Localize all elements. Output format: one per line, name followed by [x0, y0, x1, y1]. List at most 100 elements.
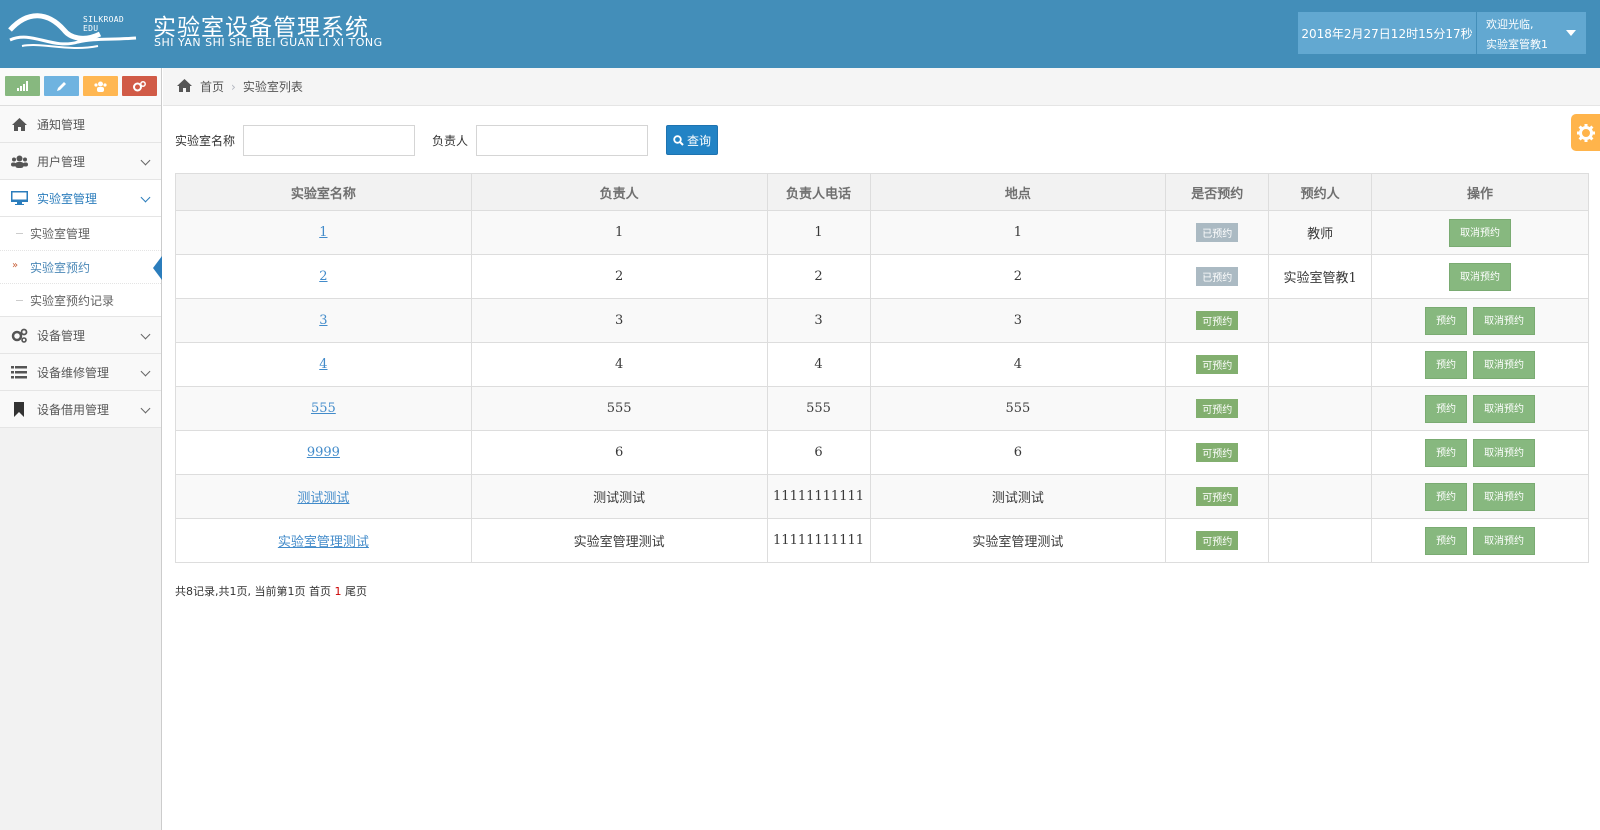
- lab-name-link[interactable]: 9999: [307, 445, 340, 460]
- lab-name-link[interactable]: 555: [311, 401, 336, 416]
- query-button[interactable]: 查询: [666, 125, 719, 155]
- book-button[interactable]: 预约: [1425, 394, 1468, 423]
- sidebar-item-label: 实验室管理: [37, 191, 98, 206]
- booker-cell: [1268, 298, 1373, 343]
- home-icon: [10, 116, 28, 132]
- sidebar-subitem-lab-booking[interactable]: » 实验室预约: [0, 250, 162, 283]
- user-menu[interactable]: 欢迎光临, 实验室管教1: [1477, 12, 1586, 54]
- sidebar-subitem-label: 实验室预约: [30, 260, 91, 275]
- owner-input[interactable]: [476, 124, 649, 156]
- cogs-icon: [10, 327, 28, 343]
- sidebar: 通知管理 用户管理 实验室管理 实验室管理 » 实验室预约 实验室预约记录 设备…: [0, 68, 162, 830]
- location-cell: 3: [869, 298, 1167, 343]
- booker-cell: [1268, 386, 1373, 431]
- lab-table: 实验室名称 负责人 负责人电话 地点 是否预约 预约人 操作 1 1 1 1 已预约 教师…: [175, 173, 1589, 563]
- owner-cell: 1: [470, 210, 768, 255]
- sidebar-item-lab[interactable]: 实验室管理: [0, 180, 161, 217]
- group-icon: [94, 81, 107, 92]
- current-datetime: 2018年2月27日12时15分17秒: [1298, 12, 1476, 54]
- status-cell: 可预约: [1165, 298, 1270, 343]
- lab-name-link[interactable]: 测试测试: [297, 491, 349, 506]
- settings-shortcut-button[interactable]: [122, 76, 157, 96]
- column-header[interactable]: 负责人电话: [766, 173, 871, 211]
- table-row: 实验室管理测试 实验室管理测试 11111111111 实验室管理测试 可预约 预约 取消预…: [175, 518, 1589, 563]
- location-cell: 555: [869, 386, 1167, 431]
- chevron-down-icon: [140, 366, 151, 377]
- sidebar-item-label: 设备维修管理: [37, 365, 110, 380]
- book-button[interactable]: 预约: [1425, 438, 1468, 467]
- lab-name-link[interactable]: 3: [319, 313, 327, 328]
- first-page-link[interactable]: 首页: [309, 585, 331, 598]
- sidebar-item-notice[interactable]: 通知管理: [0, 106, 161, 143]
- status-badge: 可预约: [1196, 355, 1239, 374]
- column-header[interactable]: 地点: [869, 173, 1167, 211]
- actions-cell: 取消预约: [1371, 254, 1589, 299]
- booker-cell: [1268, 430, 1373, 475]
- cancel-booking-button[interactable]: 取消预约: [1449, 218, 1512, 247]
- sidebar-subitem-lab-manage[interactable]: 实验室管理: [0, 217, 161, 250]
- current-page[interactable]: 1: [335, 585, 342, 598]
- actions-cell: 预约 取消预约: [1371, 386, 1589, 431]
- pencil-icon: [57, 81, 66, 91]
- home-icon[interactable]: [177, 78, 192, 95]
- cancel-booking-button[interactable]: 取消预约: [1473, 350, 1536, 379]
- cancel-booking-button[interactable]: 取消预约: [1473, 438, 1536, 467]
- status-badge: 可预约: [1196, 531, 1239, 550]
- lab-name-link[interactable]: 4: [319, 357, 327, 372]
- cancel-booking-button[interactable]: 取消预约: [1473, 306, 1536, 335]
- last-page-link[interactable]: 尾页: [345, 585, 367, 598]
- book-button[interactable]: 预约: [1425, 482, 1468, 511]
- phone-cell: 1: [766, 210, 871, 255]
- stats-shortcut-button[interactable]: [5, 76, 40, 96]
- book-button[interactable]: 预约: [1425, 526, 1468, 555]
- book-button[interactable]: 预约: [1425, 306, 1468, 335]
- lab-name-link[interactable]: 2: [319, 269, 327, 284]
- lab-name-link[interactable]: 1: [319, 225, 327, 240]
- lab-name-cell: 1: [175, 210, 472, 255]
- chevron-down-icon: [140, 329, 151, 340]
- silkroad-logo[interactable]: SILKROAD EDU: [8, 8, 140, 52]
- phone-cell: 11111111111: [766, 518, 871, 563]
- cancel-booking-button[interactable]: 取消预约: [1449, 262, 1512, 291]
- cancel-booking-button[interactable]: 取消预约: [1473, 526, 1536, 555]
- breadcrumb-home-link[interactable]: 首页: [200, 78, 224, 95]
- query-button-label: 查询: [687, 133, 712, 148]
- location-cell: 实验室管理测试: [869, 518, 1167, 563]
- column-header[interactable]: 负责人: [470, 173, 768, 211]
- sidebar-item-repair[interactable]: 设备维修管理: [0, 354, 161, 391]
- booker-cell: [1268, 518, 1373, 563]
- status-badge: 可预约: [1196, 311, 1239, 330]
- cancel-booking-button[interactable]: 取消预约: [1473, 482, 1536, 511]
- chevron-down-icon: [140, 192, 151, 203]
- breadcrumb-separator: ›: [231, 79, 236, 94]
- sidebar-subitem-lab-booking-records[interactable]: 实验室预约记录: [0, 283, 161, 316]
- owner-cell: 2: [470, 254, 768, 299]
- column-header[interactable]: 实验室名称: [175, 173, 472, 211]
- sidebar-item-equipment[interactable]: 设备管理: [0, 317, 161, 354]
- edit-shortcut-button[interactable]: [44, 76, 79, 96]
- cancel-booking-button[interactable]: 取消预约: [1473, 394, 1536, 423]
- sidebar-item-label: 用户管理: [37, 154, 86, 169]
- lab-name-link[interactable]: 实验室管理测试: [278, 535, 369, 550]
- sidebar-item-borrow[interactable]: 设备借用管理: [0, 391, 161, 428]
- status-badge: 已预约: [1196, 267, 1239, 286]
- group-shortcut-button[interactable]: [83, 76, 118, 96]
- column-header[interactable]: 预约人: [1268, 173, 1373, 211]
- table-row: 4 4 4 4 可预约 预约 取消预约: [175, 342, 1589, 387]
- sidebar-item-label: 设备管理: [37, 328, 86, 343]
- column-header[interactable]: 操作: [1371, 173, 1589, 211]
- owner-cell: 测试测试: [470, 474, 768, 519]
- lab-submenu: 实验室管理 » 实验室预约 实验室预约记录: [0, 217, 162, 317]
- booker-cell: 教师: [1268, 210, 1373, 255]
- lab-name-input[interactable]: [243, 124, 416, 156]
- chevron-down-icon: [140, 403, 151, 414]
- settings-toggle[interactable]: [1571, 114, 1600, 151]
- status-cell: 可预约: [1165, 518, 1270, 563]
- column-header[interactable]: 是否预约: [1165, 173, 1270, 211]
- actions-cell: 预约 取消预约: [1371, 430, 1589, 475]
- booker-cell: 实验室管教1: [1268, 254, 1373, 299]
- book-button[interactable]: 预约: [1425, 350, 1468, 379]
- table-row: 测试测试 测试测试 11111111111 测试测试 可预约 预约 取消预约: [175, 474, 1589, 519]
- logo-text: SILKROAD EDU: [83, 15, 124, 33]
- sidebar-item-users[interactable]: 用户管理: [0, 143, 161, 180]
